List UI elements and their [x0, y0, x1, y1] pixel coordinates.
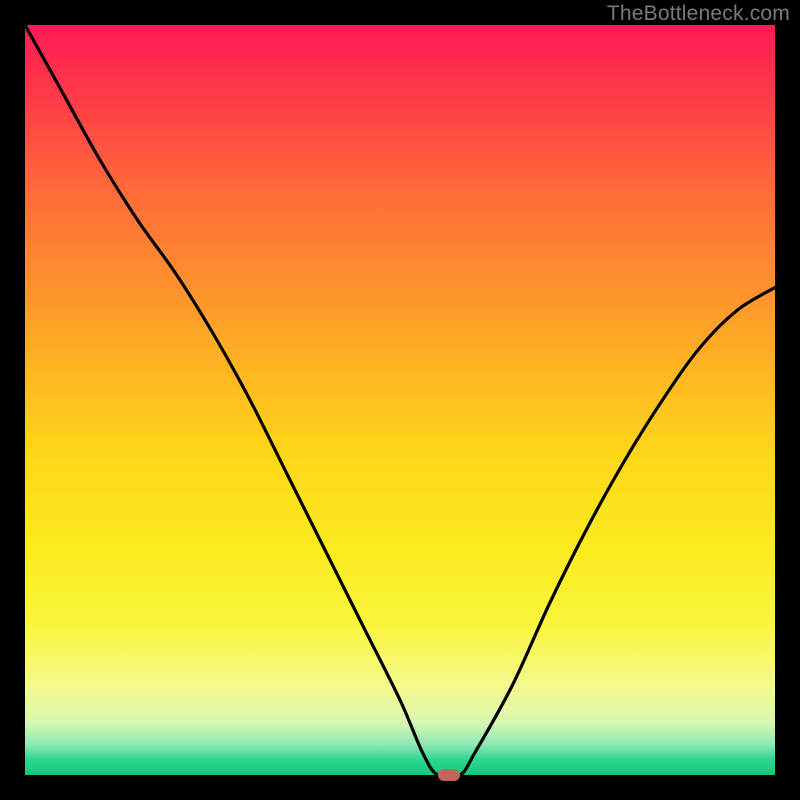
watermark-label: TheBottleneck.com: [607, 2, 790, 26]
bottleneck-curve: [25, 25, 775, 775]
minimum-marker: [438, 769, 460, 781]
chart-plot-area: [25, 25, 775, 775]
chart-frame: TheBottleneck.com: [0, 0, 800, 800]
